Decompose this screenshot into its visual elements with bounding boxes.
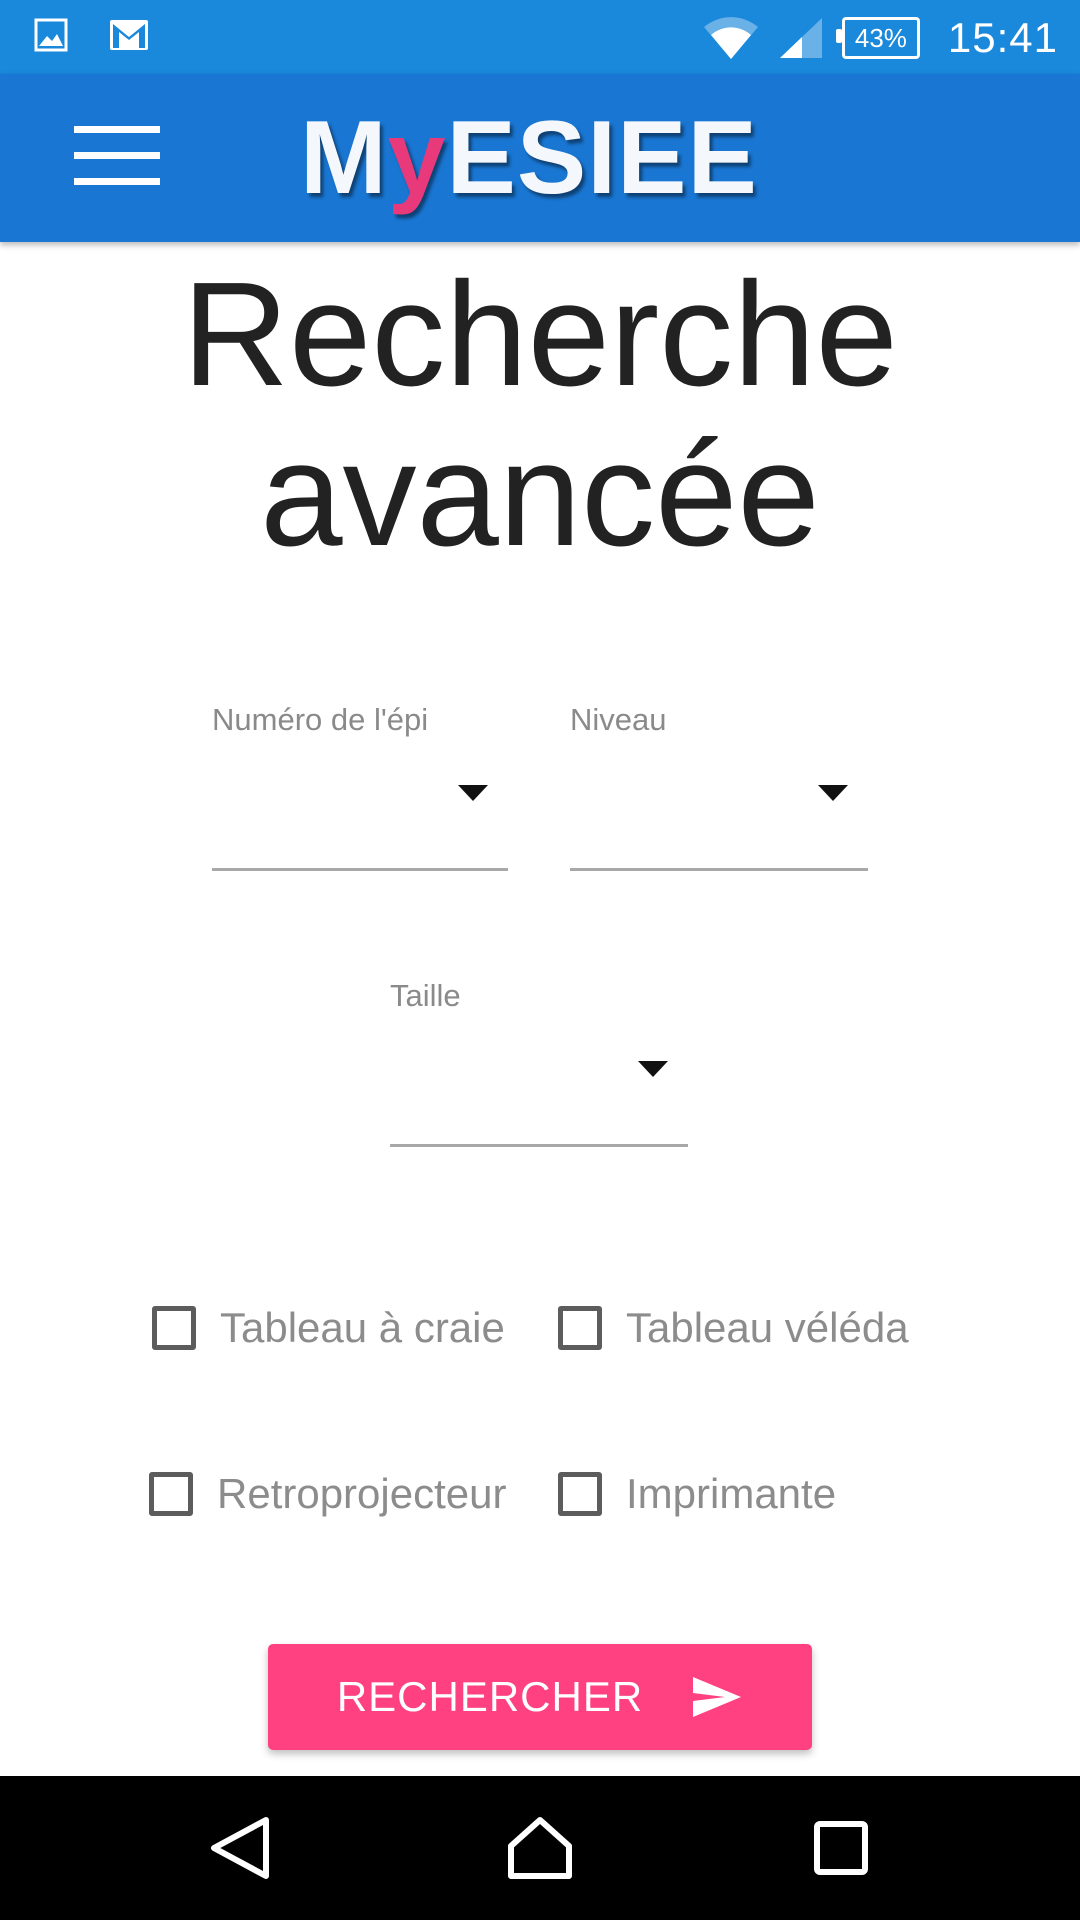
printer-checkbox[interactable]: Imprimante — [558, 1470, 836, 1518]
checkbox-box[interactable] — [558, 1472, 602, 1516]
signal-icon — [779, 18, 822, 58]
chevron-down-icon — [458, 785, 488, 801]
chalkboard-checkbox[interactable]: Tableau à craie — [152, 1304, 505, 1352]
checkbox-label: Tableau à craie — [220, 1304, 505, 1351]
whiteboard-checkbox[interactable]: Tableau véléda — [558, 1304, 909, 1352]
level-label: Niveau — [570, 702, 667, 737]
checkbox-label: Imprimante — [626, 1470, 837, 1517]
projector-checkbox[interactable]: Retroprojecteur — [149, 1470, 506, 1518]
system-status: 43% 15:41 — [702, 10, 1058, 66]
checkbox-box[interactable] — [149, 1472, 193, 1516]
page-title-line-2: avancée — [260, 412, 820, 577]
clock: 15:41 — [947, 14, 1058, 61]
logo-accent: y — [387, 100, 447, 216]
chevron-down-icon — [818, 785, 848, 801]
recents-icon[interactable] — [806, 1816, 876, 1880]
battery-icon: 43% — [835, 17, 920, 59]
checkbox-label: Tableau véléda — [626, 1304, 909, 1351]
search-button[interactable]: RECHERCHER — [268, 1644, 812, 1750]
gmail-notification-icon — [110, 20, 148, 50]
checkbox-box[interactable] — [558, 1306, 602, 1350]
epi-number-dropdown[interactable]: Numéro de l'épi — [212, 702, 508, 872]
app-logo: MyESIEE — [300, 94, 758, 222]
system-navigation-bar — [0, 1776, 1080, 1920]
hamburger-menu-icon[interactable] — [74, 126, 160, 186]
image-notification-icon — [34, 18, 68, 52]
battery-level: 43% — [854, 22, 907, 53]
epi-number-label: Numéro de l'épi — [212, 702, 429, 737]
logo-suffix: ESIEE — [446, 100, 758, 216]
epi-number-underline — [212, 868, 508, 871]
notification-icons — [34, 18, 150, 52]
back-icon[interactable] — [206, 1816, 276, 1880]
app-bar: MyESIEE — [0, 74, 1080, 242]
level-dropdown[interactable]: Niveau — [570, 702, 868, 872]
logo-prefix: M — [300, 100, 388, 216]
send-icon — [693, 1677, 742, 1717]
page-title: Recherche avancée — [0, 255, 1080, 575]
checkbox-label: Retroprojecteur — [217, 1470, 507, 1517]
checkbox-box[interactable] — [152, 1306, 196, 1350]
page-title-line-1: Recherche — [182, 252, 898, 417]
home-icon[interactable] — [505, 1816, 575, 1880]
size-underline — [390, 1144, 688, 1147]
level-underline — [570, 868, 868, 871]
chevron-down-icon — [638, 1061, 668, 1077]
search-button-label: RECHERCHER — [336, 1673, 644, 1720]
wifi-icon — [703, 17, 758, 59]
size-label: Taille — [390, 978, 461, 1013]
size-dropdown[interactable]: Taille — [390, 978, 688, 1148]
status-bar: 43% 15:41 — [0, 0, 1080, 74]
